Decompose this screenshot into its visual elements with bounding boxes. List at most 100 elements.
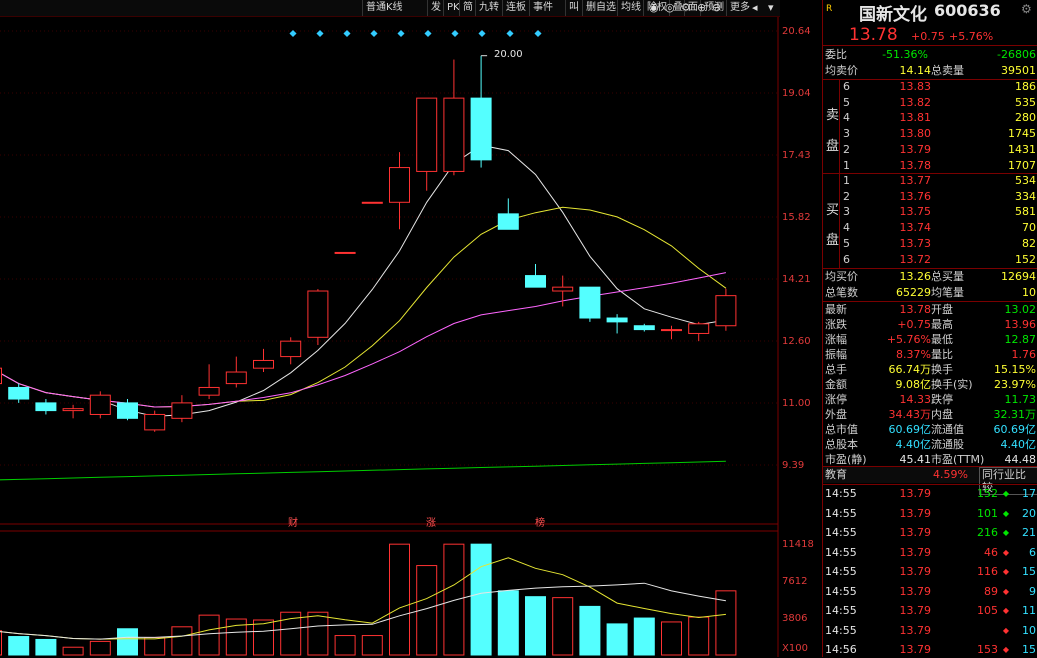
candle-body[interactable] [35, 402, 57, 412]
volume-bar[interactable] [8, 636, 30, 656]
candle-body[interactable] [280, 340, 302, 358]
candle-body[interactable] [198, 386, 220, 396]
signal-diamond [397, 29, 405, 38]
eye-off-icon[interactable]: ◎ [665, 0, 675, 16]
candle-body[interactable] [171, 402, 193, 419]
volume-bar[interactable] [35, 638, 57, 656]
volume-bar[interactable] [389, 543, 410, 656]
candle-body[interactable] [661, 329, 682, 332]
bids-level[interactable]: 6 13.72 152 [823, 252, 1037, 268]
stat-value: 9.08亿 [895, 378, 932, 391]
buy-arrow-icon: ◆ [1002, 586, 1009, 596]
event-marker[interactable]: 涨 [426, 514, 436, 529]
candle-body[interactable] [225, 371, 247, 385]
candle-body[interactable] [497, 213, 519, 230]
stat-value: 13.96 [1004, 318, 1037, 331]
candle-body[interactable] [253, 359, 274, 369]
volume-bar[interactable] [117, 628, 138, 656]
stat-value: +5.76% [886, 333, 931, 346]
toolbar-item[interactable]: 连板 [502, 0, 529, 16]
volume-bar[interactable] [361, 635, 383, 656]
volume-bar[interactable] [62, 646, 84, 656]
event-marker[interactable]: 榜 [535, 514, 545, 529]
r-icon[interactable]: R [826, 4, 832, 14]
volume-bar[interactable] [606, 623, 628, 656]
candle-body[interactable] [389, 167, 410, 203]
settings-icon[interactable]: ⚙ [1021, 2, 1032, 16]
volume-bar[interactable] [225, 618, 247, 656]
next-icon[interactable]: ▾ [768, 0, 774, 16]
candle-body[interactable] [525, 275, 546, 288]
candle-body[interactable] [0, 367, 2, 385]
toolbar-item[interactable]: 事件 [529, 0, 556, 16]
candle-body[interactable] [633, 325, 655, 331]
candle-body[interactable] [307, 290, 329, 338]
candle-body[interactable] [606, 317, 628, 323]
candle-body[interactable] [144, 413, 166, 431]
volume-bar[interactable] [525, 596, 546, 656]
industry-row[interactable]: 教育 4.59% 同行业比较 [823, 467, 1037, 495]
bids-level[interactable]: 2 13.76 334 [823, 189, 1037, 205]
asks-level[interactable]: 3 13.80 1745 [823, 126, 1037, 142]
asks-level[interactable]: 6 13.83 186 [823, 79, 1037, 95]
candle-body[interactable] [89, 394, 111, 415]
toolbar-item[interactable]: 更多 [726, 0, 753, 16]
bids-level[interactable]: 1 13.77 534 [823, 173, 1037, 189]
tick-time: 14:55 [825, 565, 857, 578]
volume-bar[interactable] [552, 597, 574, 656]
volume-bar[interactable] [443, 543, 465, 656]
volume-bar[interactable] [470, 543, 492, 656]
tick-time: 14:55 [825, 623, 857, 637]
bids-level[interactable]: 5 13.73 82 [823, 236, 1037, 252]
candle-body[interactable] [470, 97, 492, 161]
volume-bar[interactable] [307, 611, 329, 656]
volume-bar[interactable] [661, 621, 682, 656]
bids-level[interactable]: 3 13.75 581 [823, 204, 1037, 220]
toolbar-item[interactable]: 普通K线 [362, 0, 406, 16]
candle-body[interactable] [579, 286, 601, 319]
settings-icon[interactable]: ⚙ [681, 0, 691, 16]
volume-bar[interactable] [198, 614, 220, 656]
volume-bar[interactable] [0, 630, 2, 656]
toolbar-item[interactable]: 均线 [617, 0, 644, 16]
zoom-in-icon[interactable]: ⊕ [697, 0, 706, 16]
zoom-out-icon[interactable]: ⊖ [712, 0, 721, 16]
toolbar-item[interactable]: 叫 [565, 0, 582, 16]
candle-body[interactable] [715, 295, 737, 327]
candle-body[interactable] [334, 251, 356, 254]
candle-body[interactable] [443, 97, 465, 172]
toolbar-item[interactable]: 简 [459, 0, 476, 16]
eye-icon[interactable]: ◉ [649, 0, 659, 16]
asks-level[interactable]: 1 13.78 1707 [823, 158, 1037, 174]
ma5-line [0, 144, 726, 417]
toolbar-item[interactable]: 发 [427, 0, 444, 16]
back-icon[interactable]: ◂ [752, 0, 758, 16]
asks-level[interactable]: 5 13.82 535 [823, 95, 1037, 111]
level-price: 13.76 [899, 189, 932, 203]
asks-level[interactable]: 2 13.79 1431 [823, 142, 1037, 158]
toolbar-item[interactable]: 九转 [475, 0, 502, 16]
volume-bar[interactable] [334, 635, 356, 656]
volume-bar[interactable] [497, 590, 519, 656]
asks-level[interactable]: 4 13.81 280 [823, 110, 1037, 126]
candle-body[interactable] [688, 323, 710, 334]
volume-bar[interactable] [253, 619, 274, 656]
volume-bar[interactable] [89, 640, 111, 656]
candle-body[interactable] [416, 97, 438, 172]
volume-bar[interactable] [144, 637, 166, 656]
volume-bar[interactable] [171, 626, 193, 656]
avg-sell-row: 均卖价 14.14 总卖量 39501 [823, 63, 1037, 79]
stat-row: 总手 66.74万 换手 15.15% [823, 362, 1037, 378]
candle-body[interactable] [117, 402, 138, 419]
toolbar-item[interactable]: 删自选 [582, 0, 619, 16]
bids-level[interactable]: 4 13.74 70 [823, 220, 1037, 236]
kline-chart[interactable] [0, 0, 822, 657]
volume-bar[interactable] [688, 616, 710, 656]
volume-bar[interactable] [633, 617, 655, 656]
candle-body[interactable] [8, 386, 30, 400]
candle-body[interactable] [552, 286, 574, 292]
volume-bar[interactable] [579, 605, 601, 656]
candle-body[interactable] [361, 201, 383, 204]
event-marker[interactable]: 财 [288, 514, 298, 529]
candle-body[interactable] [62, 408, 84, 412]
